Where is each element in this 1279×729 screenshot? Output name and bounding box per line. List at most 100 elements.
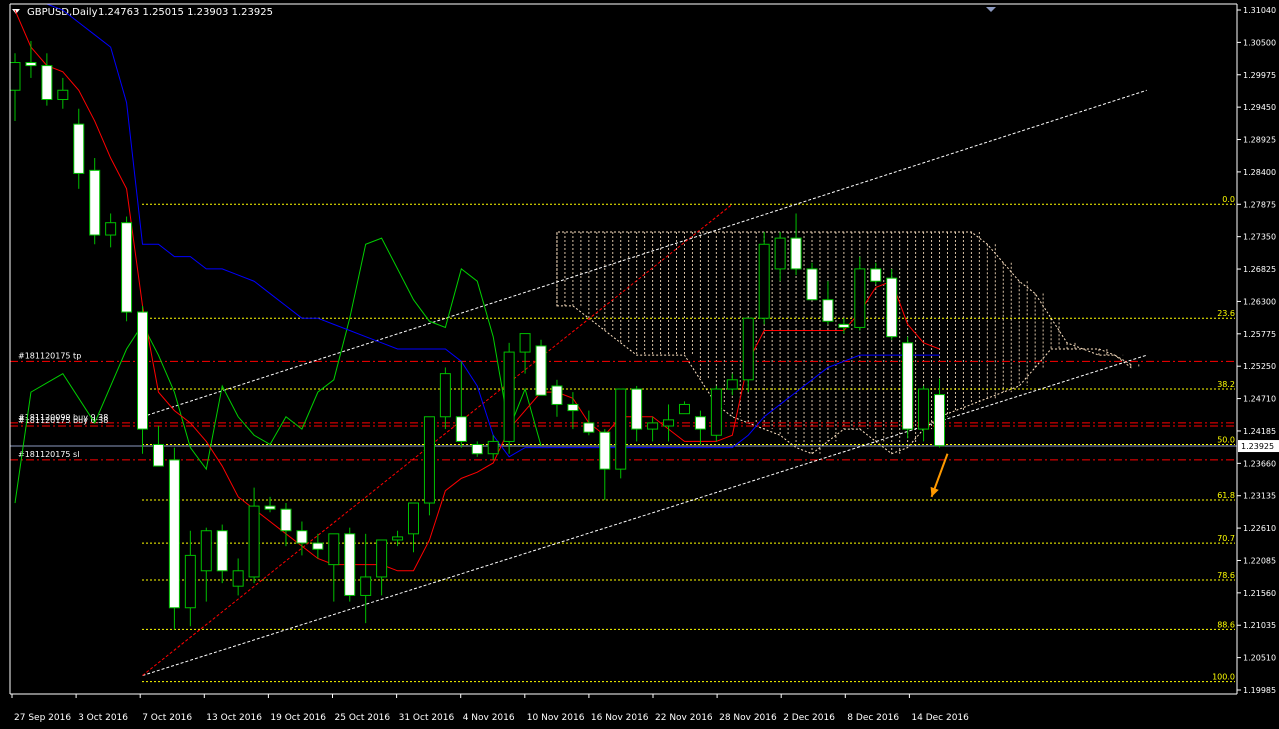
- bull-candle: [57, 89, 69, 100]
- bear-candle: [934, 394, 946, 447]
- time-tick-label: 7 Oct 2016: [142, 713, 192, 723]
- bear-candle: [312, 542, 324, 550]
- bull-candle: [105, 222, 117, 236]
- bull-candle: [726, 379, 738, 390]
- fibo-level-label: 78.6: [1217, 571, 1235, 580]
- bear-candle: [168, 459, 180, 609]
- bull-candle: [408, 502, 419, 535]
- price-tick-label: 1.21560: [1243, 589, 1276, 598]
- bear-candle: [471, 443, 483, 455]
- fibo-level-label: 0.0: [1222, 195, 1235, 204]
- time-tick-label: 16 Nov 2016: [591, 713, 649, 723]
- time-tick-label: 10 Nov 2016: [527, 713, 585, 723]
- bull-candle: [918, 388, 930, 430]
- bear-candle: [89, 169, 101, 236]
- bear-candle: [583, 422, 595, 433]
- time-tick-label: 4 Nov 2016: [463, 713, 515, 723]
- bear-candle: [806, 268, 818, 301]
- bull-candle: [376, 539, 388, 578]
- time-tick-label: 3 Oct 2016: [78, 713, 128, 723]
- channel-line: [142, 89, 1147, 418]
- bull-candle: [774, 237, 786, 270]
- bear-candle: [41, 65, 53, 100]
- time-tick-label: 27 Sep 2016: [14, 713, 71, 723]
- price-tick-label: 1.20510: [1243, 654, 1276, 663]
- bear-candle: [838, 323, 850, 328]
- bull-candle: [360, 576, 372, 596]
- bear-candle: [216, 530, 228, 572]
- bull-candle: [663, 419, 675, 427]
- time-tick-label: 19 Oct 2016: [270, 713, 326, 723]
- symbol-title: GBPUSD,Daily: [27, 7, 98, 18]
- ohlc-readout: 1.24763 1.25015 1.23903 1.23925: [98, 7, 273, 18]
- bear-candle: [870, 268, 882, 282]
- bear-candle: [822, 299, 834, 322]
- axes: 1.31040 1.30500 1.29975 1.29450 1.28925 1.284…: [9, 3, 1279, 723]
- current-price-label: 1.23925: [1241, 442, 1274, 451]
- bear-candle: [344, 533, 356, 596]
- tenkan-sen-line: [14, 9, 940, 572]
- price-tick-label: 1.21035: [1243, 621, 1276, 630]
- bull-candle: [758, 243, 770, 319]
- bull-candle: [439, 373, 451, 418]
- bull-candle: [232, 570, 244, 587]
- bear-candle: [73, 123, 85, 174]
- order-label: #181120175 tp: [18, 351, 81, 360]
- bear-candle: [551, 385, 563, 405]
- price-tick-label: 1.25250: [1243, 362, 1276, 371]
- price-tick-label: 1.31040: [1243, 6, 1276, 15]
- price-tick-label: 1.29450: [1243, 103, 1276, 112]
- bear-candle: [152, 443, 164, 467]
- price-tick-label: 1.23660: [1243, 459, 1276, 468]
- bear-candle: [296, 530, 308, 544]
- bull-candle: [423, 416, 435, 504]
- price-chart[interactable]: GBPUSD,Daily 1.24763 1.25015 1.23903 1.2…: [0, 0, 1279, 725]
- bull-candle: [9, 62, 21, 91]
- price-tick-label: 1.19985: [1243, 686, 1276, 695]
- trend-line: [142, 203, 733, 676]
- fibo-level-label: 23.6: [1217, 309, 1235, 318]
- bear-candle: [264, 505, 276, 510]
- bear-candle: [25, 62, 37, 67]
- ichimoku-cloud: [556, 231, 1140, 455]
- fibo-level-label: 38.2: [1217, 380, 1235, 389]
- price-tick-label: 1.26825: [1243, 265, 1276, 274]
- indicator-lines: [14, 3, 1147, 676]
- fibo-level-label: 50.0: [1217, 435, 1235, 444]
- bear-candle: [567, 403, 579, 412]
- price-tick-label: 1.22085: [1243, 556, 1276, 565]
- bear-candle: [535, 345, 547, 396]
- chart-window[interactable]: GBPUSD,Daily 1.24763 1.25015 1.23903 1.2…: [0, 0, 1279, 725]
- bull-candle: [503, 351, 515, 442]
- bull-candle: [392, 536, 404, 541]
- bull-candle: [184, 554, 196, 609]
- time-tick-label: 13 Oct 2016: [206, 713, 262, 723]
- price-tick-label: 1.24185: [1243, 427, 1276, 436]
- candles: [9, 40, 946, 630]
- bear-candle: [902, 342, 914, 430]
- kijun-sen-line: [15, 3, 940, 458]
- channel-line: [142, 354, 1147, 676]
- price-tick-label: 1.30500: [1243, 38, 1276, 47]
- scroll-marker-icon[interactable]: [986, 7, 996, 12]
- bull-candle: [615, 388, 627, 470]
- bear-candle: [599, 431, 611, 470]
- chikou-span-line: [14, 237, 542, 504]
- fibo-level-label: 100.0: [1212, 673, 1235, 682]
- order-label: #181120175 sl: [18, 450, 79, 459]
- price-tick-label: 1.28925: [1243, 136, 1276, 145]
- bull-candle: [854, 268, 866, 328]
- time-tick-label: 22 Nov 2016: [655, 713, 713, 723]
- price-tick-label: 1.25775: [1243, 330, 1276, 339]
- time-tick-label: 2 Dec 2016: [783, 713, 835, 723]
- bear-candle: [121, 222, 133, 313]
- fibo-level-label: 61.8: [1217, 491, 1235, 500]
- bear-candle: [631, 388, 643, 430]
- fibo-level-label: 70.7: [1217, 534, 1235, 543]
- bear-candle: [137, 311, 149, 430]
- fibonacci-levels: 0.0 23.6 38.2 50.0 61.8 70.7 78.6 88.6 100.0: [142, 195, 1235, 683]
- time-tick-label: 28 Nov 2016: [719, 713, 777, 723]
- price-tick-label: 1.28400: [1243, 168, 1276, 177]
- price-tick-label: 1.26300: [1243, 297, 1276, 306]
- bear-candle: [886, 277, 898, 338]
